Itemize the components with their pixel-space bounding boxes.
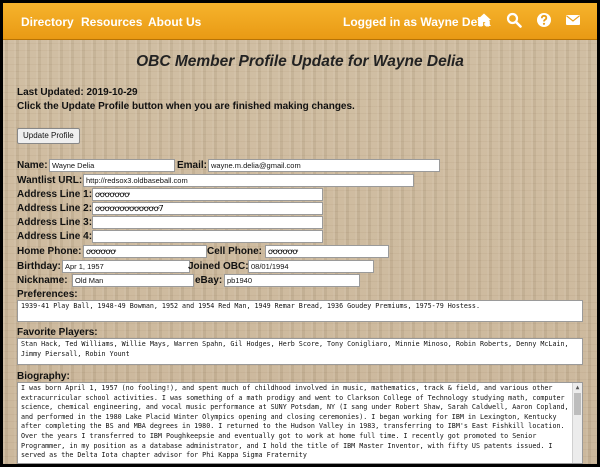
- favorite-players-textarea[interactable]: Stan Hack, Ted Williams, Willie Mays, Wa…: [17, 338, 583, 365]
- address-line-2-label: Address Line 2:: [17, 203, 93, 214]
- instructions-text: Click the Update Profile button when you…: [17, 101, 355, 112]
- search-icon[interactable]: [506, 12, 522, 28]
- preferences-label: Preferences:: [17, 289, 78, 300]
- cell-phone-field[interactable]: ꝍꝍꝍꝍꝍꝍ: [265, 245, 389, 258]
- nickname-label: Nickname:: [17, 275, 68, 286]
- address-line-2-field[interactable]: ꝍꝍꝍꝍꝍꝍꝍꝍꝍꝍꝍꝍꝍ7: [92, 202, 323, 215]
- address-line-3-field[interactable]: [92, 216, 323, 229]
- cell-phone-label: Cell Phone:: [207, 246, 263, 257]
- last-updated-text: Last Updated: 2019-10-29: [17, 87, 138, 98]
- biography-text: I was born April 1, 1957 (no fooling!), …: [21, 384, 569, 460]
- nickname-field[interactable]: Old Man: [72, 274, 194, 287]
- scroll-thumb[interactable]: [574, 393, 581, 415]
- home-phone-field[interactable]: ꝍꝍꝍꝍꝍꝍ: [83, 245, 207, 258]
- nav-resources-link[interactable]: Resources: [81, 15, 142, 29]
- help-icon[interactable]: [536, 12, 552, 28]
- wantlist-label: Wantlist URL:: [17, 175, 83, 186]
- favorite-players-label: Favorite Players:: [17, 327, 98, 338]
- scroll-up-icon[interactable]: ▲: [574, 384, 581, 391]
- address-line-1-field[interactable]: ꝍꝍꝍꝍꝍꝍꝍ: [92, 188, 323, 201]
- preferences-textarea[interactable]: 1939-41 Play Ball, 1948-49 Bowman, 1952 …: [17, 300, 583, 322]
- address-line-3-label: Address Line 3:: [17, 217, 93, 228]
- logged-in-status[interactable]: Logged in as Wayne Delia: [343, 15, 491, 29]
- address-line-4-field[interactable]: [92, 230, 323, 243]
- home-icon[interactable]: [476, 12, 492, 28]
- joined-obc-field[interactable]: 08/01/1994: [248, 260, 374, 273]
- ebay-field[interactable]: pb1940: [224, 274, 360, 287]
- birthday-label: Birthday:: [17, 261, 61, 272]
- joined-obc-label: Joined OBC:: [188, 261, 249, 272]
- biography-scrollbar[interactable]: ▲: [572, 383, 582, 463]
- address-line-1-label: Address Line 1:: [17, 189, 93, 200]
- mail-icon[interactable]: [565, 12, 581, 28]
- address-line-4-label: Address Line 4:: [17, 231, 93, 242]
- nav-directory-link[interactable]: Directory: [21, 15, 74, 29]
- page-frame: Directory Resources About Us Logged in a…: [3, 3, 597, 464]
- email-field[interactable]: wayne.m.delia@gmail.com: [208, 159, 440, 172]
- name-field[interactable]: Wayne Delia: [49, 159, 175, 172]
- wantlist-url-field[interactable]: http://redsox3.oldbaseball.com: [83, 174, 414, 187]
- top-nav: Directory Resources About Us Logged in a…: [3, 3, 597, 40]
- page-title: OBC Member Profile Update for Wayne Deli…: [136, 53, 464, 70]
- update-profile-button[interactable]: Update Profile: [17, 128, 80, 144]
- ebay-label: eBay:: [195, 275, 223, 286]
- home-phone-label: Home Phone:: [17, 246, 82, 257]
- biography-textarea[interactable]: I was born April 1, 1957 (no fooling!), …: [17, 382, 583, 464]
- biography-label: Biography:: [17, 371, 70, 382]
- birthday-field[interactable]: Apr 1, 1957: [62, 260, 190, 273]
- email-label: Email:: [177, 160, 208, 171]
- name-label: Name:: [17, 160, 48, 171]
- nav-about-link[interactable]: About Us: [148, 15, 201, 29]
